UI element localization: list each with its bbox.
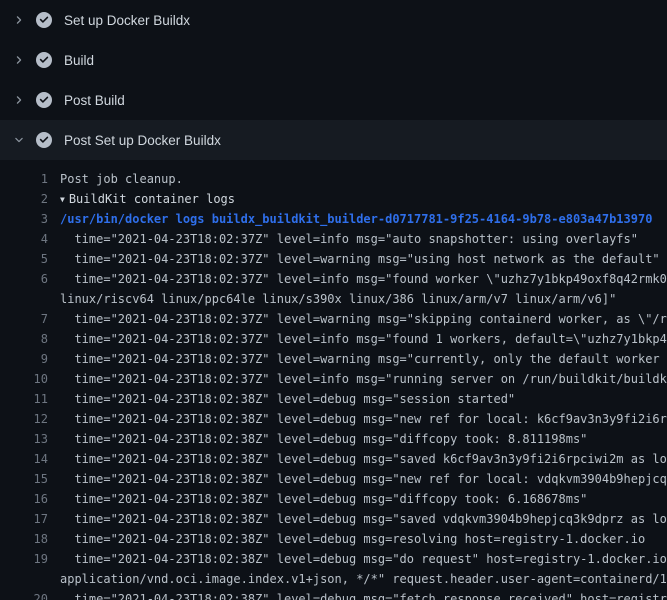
- check-circle-icon: [36, 92, 52, 108]
- log-line-number[interactable]: 15: [0, 469, 48, 489]
- check-circle-icon: [36, 12, 52, 28]
- log-line: 19 time="2021-04-23T18:02:38Z" level=deb…: [0, 549, 667, 569]
- log-line-number[interactable]: 2: [0, 189, 48, 209]
- log-line-text: time="2021-04-23T18:02:38Z" level=debug …: [48, 409, 667, 429]
- log-line-text: /usr/bin/docker logs buildx_buildkit_bui…: [48, 209, 652, 229]
- log-line-number[interactable]: 14: [0, 449, 48, 469]
- log-group-toggle[interactable]: ▼BuildKit container logs: [48, 189, 235, 209]
- log-line-text: time="2021-04-23T18:02:38Z" level=debug …: [48, 529, 645, 549]
- log-line: 11 time="2021-04-23T18:02:38Z" level=deb…: [0, 389, 667, 409]
- step-header-post-build[interactable]: Post Build: [0, 80, 667, 120]
- check-circle-icon: [36, 52, 52, 68]
- log-line-text: time="2021-04-23T18:02:37Z" level=warnin…: [48, 249, 660, 269]
- log-line-number[interactable]: 6: [0, 269, 48, 289]
- log-line: 1 Post job cleanup.: [0, 169, 667, 189]
- log-line-number[interactable]: 18: [0, 529, 48, 549]
- log-output: 1 Post job cleanup. 2 ▼BuildKit containe…: [0, 160, 667, 600]
- log-line-number[interactable]: 3: [0, 209, 48, 229]
- log-line: 12 time="2021-04-23T18:02:38Z" level=deb…: [0, 409, 667, 429]
- log-line-number[interactable]: 17: [0, 509, 48, 529]
- log-line-number[interactable]: 10: [0, 369, 48, 389]
- log-line: 3 /usr/bin/docker logs buildx_buildkit_b…: [0, 209, 667, 229]
- chevron-right-icon: [14, 52, 24, 68]
- log-line-text: linux/riscv64 linux/ppc64le linux/s390x …: [48, 289, 616, 309]
- group-caret-icon: ▼: [60, 190, 65, 210]
- chevron-right-icon: [14, 12, 24, 28]
- log-line: 5 time="2021-04-23T18:02:37Z" level=warn…: [0, 249, 667, 269]
- step-title: Set up Docker Buildx: [64, 13, 190, 28]
- log-line: 4 time="2021-04-23T18:02:37Z" level=info…: [0, 229, 667, 249]
- log-line-number[interactable]: 9: [0, 349, 48, 369]
- log-line-text: application/vnd.oci.image.index.v1+json,…: [48, 569, 667, 589]
- log-line-text: time="2021-04-23T18:02:37Z" level=warnin…: [48, 309, 667, 329]
- log-line: 20 time="2021-04-23T18:02:38Z" level=deb…: [0, 589, 667, 600]
- log-line-number[interactable]: 16: [0, 489, 48, 509]
- chevron-down-icon: [14, 132, 24, 148]
- log-line-number[interactable]: 1: [0, 169, 48, 189]
- log-line-text: time="2021-04-23T18:02:38Z" level=debug …: [48, 509, 667, 529]
- log-line-text: time="2021-04-23T18:02:38Z" level=debug …: [48, 489, 587, 509]
- log-line-text: time="2021-04-23T18:02:37Z" level=info m…: [48, 329, 667, 349]
- log-line-number[interactable]: 20: [0, 589, 48, 600]
- log-line: 9 time="2021-04-23T18:02:37Z" level=warn…: [0, 349, 667, 369]
- log-line-number[interactable]: 11: [0, 389, 48, 409]
- log-line-text: time="2021-04-23T18:02:38Z" level=debug …: [48, 389, 515, 409]
- log-line: 8 time="2021-04-23T18:02:37Z" level=info…: [0, 329, 667, 349]
- log-line: application/vnd.oci.image.index.v1+json,…: [0, 569, 667, 589]
- step-header-set-up-docker-buildx[interactable]: Set up Docker Buildx: [0, 0, 667, 40]
- chevron-right-icon: [14, 92, 24, 108]
- step-header-build[interactable]: Build: [0, 40, 667, 80]
- log-line-text: time="2021-04-23T18:02:37Z" level=info m…: [48, 269, 667, 289]
- log-line: 18 time="2021-04-23T18:02:38Z" level=deb…: [0, 529, 667, 549]
- log-line-number[interactable]: 13: [0, 429, 48, 449]
- check-circle-icon: [36, 132, 52, 148]
- log-line-number: [0, 569, 48, 589]
- log-line: 2 ▼BuildKit container logs: [0, 189, 667, 209]
- log-line-text: time="2021-04-23T18:02:38Z" level=debug …: [48, 429, 587, 449]
- step-title: Build: [64, 53, 94, 68]
- log-line-number[interactable]: 8: [0, 329, 48, 349]
- log-line-text: time="2021-04-23T18:02:37Z" level=info m…: [48, 369, 667, 389]
- steps-list: Set up Docker Buildx Build P: [0, 0, 667, 160]
- log-line-text: Post job cleanup.: [48, 169, 183, 189]
- log-line-number[interactable]: 5: [0, 249, 48, 269]
- log-line: 10 time="2021-04-23T18:02:37Z" level=inf…: [0, 369, 667, 389]
- log-line: 15 time="2021-04-23T18:02:38Z" level=deb…: [0, 469, 667, 489]
- log-line-text: time="2021-04-23T18:02:38Z" level=debug …: [48, 469, 667, 489]
- log-line-number[interactable]: 12: [0, 409, 48, 429]
- step-header-post-set-up-docker-buildx[interactable]: Post Set up Docker Buildx: [0, 120, 667, 160]
- log-line-number[interactable]: 4: [0, 229, 48, 249]
- log-line-number[interactable]: 7: [0, 309, 48, 329]
- log-line-text: time="2021-04-23T18:02:37Z" level=warnin…: [48, 349, 667, 369]
- log-line: 13 time="2021-04-23T18:02:38Z" level=deb…: [0, 429, 667, 449]
- log-line: 14 time="2021-04-23T18:02:38Z" level=deb…: [0, 449, 667, 469]
- log-line-text: time="2021-04-23T18:02:38Z" level=debug …: [48, 549, 667, 569]
- log-line: linux/riscv64 linux/ppc64le linux/s390x …: [0, 289, 667, 309]
- log-line-text: time="2021-04-23T18:02:38Z" level=debug …: [48, 449, 667, 469]
- log-line-text: time="2021-04-23T18:02:38Z" level=debug …: [48, 589, 667, 600]
- step-title: Post Build: [64, 93, 125, 108]
- log-line-number: [0, 289, 48, 309]
- log-line: 6 time="2021-04-23T18:02:37Z" level=info…: [0, 269, 667, 289]
- actions-log-viewer: Set up Docker Buildx Build P: [0, 0, 667, 600]
- log-line-text: time="2021-04-23T18:02:37Z" level=info m…: [48, 229, 638, 249]
- log-line-number[interactable]: 19: [0, 549, 48, 569]
- log-line: 17 time="2021-04-23T18:02:38Z" level=deb…: [0, 509, 667, 529]
- log-line: 7 time="2021-04-23T18:02:37Z" level=warn…: [0, 309, 667, 329]
- log-line: 16 time="2021-04-23T18:02:38Z" level=deb…: [0, 489, 667, 509]
- step-title: Post Set up Docker Buildx: [64, 133, 221, 148]
